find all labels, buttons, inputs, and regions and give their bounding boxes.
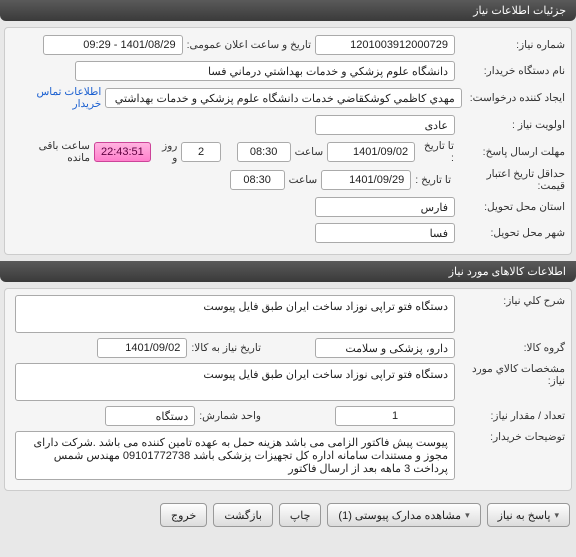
field-unit: دستگاه — [105, 406, 195, 426]
attachments-button[interactable]: مشاهده مدارک پیوستی (1) — [327, 503, 480, 527]
respond-button-label: پاسخ به نیاز — [498, 509, 551, 522]
field-priority: عادی — [315, 115, 455, 135]
label-creator: ایجاد کننده درخواست: — [462, 92, 565, 104]
label-desc: شرح کلي نیاز: — [455, 295, 565, 307]
field-spec: دستگاه فتو تراپی نوزاد ساخت ایران طبق فا… — [15, 363, 455, 401]
label-deadline: مهلت ارسال پاسخ: — [458, 146, 565, 158]
panel-items-info: شرح کلي نیاز: دستگاه فتو تراپی نوزاد ساخ… — [4, 288, 572, 491]
label-buyer-notes: توضیحات خریدار: — [455, 431, 565, 443]
field-days-count: 2 — [181, 142, 220, 162]
field-buyer-org: دانشگاه علوم پزشکي و خدمات بهداشتي درمان… — [75, 61, 455, 81]
field-need-number: 1201003912000729 — [315, 35, 455, 55]
label-time-1: ساعت — [291, 146, 328, 158]
label-unit: واحد شمارش: — [195, 410, 265, 422]
field-desc: دستگاه فتو تراپی نوزاد ساخت ایران طبق فا… — [15, 295, 455, 333]
label-until-2: تا تاریخ : — [411, 174, 455, 186]
label-remaining: ساعت باقی مانده — [11, 140, 94, 164]
chevron-down-icon — [465, 509, 470, 521]
field-group: دارو، پزشکی و سلامت — [315, 338, 455, 358]
attachments-button-label: مشاهده مدارک پیوستی (1) — [338, 509, 461, 522]
label-province: استان محل تحویل: — [455, 201, 565, 213]
exit-button[interactable]: خروج — [160, 503, 207, 527]
field-validity-time: 08:30 — [230, 170, 285, 190]
field-validity-date: 1401/09/29 — [321, 170, 411, 190]
chevron-down-icon — [554, 509, 559, 521]
label-announce: تاریخ و ساعت اعلان عمومی: — [183, 39, 315, 51]
field-city: فسا — [315, 223, 455, 243]
label-spec: مشخصات کالاي مورد نیاز: — [455, 363, 565, 387]
label-priority: اولویت نیاز : — [455, 119, 565, 131]
label-validity: حداقل تاریخ اعتبار قیمت: — [455, 168, 565, 192]
label-time-2: ساعت — [285, 174, 322, 186]
label-until-1: تا تاریخ : — [415, 140, 458, 164]
button-bar: پاسخ به نیاز مشاهده مدارک پیوستی (1) چاپ… — [0, 497, 576, 533]
field-deadline-time: 08:30 — [237, 142, 291, 162]
print-button-label: چاپ — [290, 509, 311, 522]
label-group: گروه کالا: — [455, 342, 565, 354]
respond-button[interactable]: پاسخ به نیاز — [487, 503, 570, 527]
timer-remaining: 22:43:51 — [94, 142, 151, 162]
header-need-info: جزئیات اطلاعات نیاز — [0, 0, 576, 21]
header-items-info: اطلاعات کالاهای مورد نیاز — [0, 261, 576, 282]
label-city: شهر محل تحویل: — [455, 227, 565, 239]
label-days-text: روز و — [151, 140, 182, 164]
label-qty: تعداد / مقدار نیاز: — [455, 410, 565, 422]
link-buyer-contact[interactable]: اطلاعات تماس خریدار — [11, 86, 101, 110]
field-qty: 1 — [335, 406, 455, 426]
field-announce: 1401/08/29 - 09:29 — [43, 35, 183, 55]
label-need-date: تاریخ نیاز به کالا: — [187, 342, 265, 354]
field-need-date: 1401/09/02 — [97, 338, 187, 358]
back-button[interactable]: بازگشت — [213, 503, 273, 527]
field-creator: مهدي کاظمي کوشکقاضي خدمات دانشگاه علوم پ… — [105, 88, 462, 108]
field-buyer-notes: پیوست پیش فاکتور الزامی می باشد هزینه حم… — [15, 431, 455, 480]
field-province: فارس — [315, 197, 455, 217]
print-button[interactable]: چاپ — [279, 503, 322, 527]
exit-button-label: خروج — [171, 509, 196, 522]
field-deadline-date: 1401/09/02 — [327, 142, 415, 162]
label-need-number: شماره نیاز: — [455, 39, 565, 51]
label-buyer-org: نام دستگاه خریدار: — [455, 65, 565, 77]
back-button-label: بازگشت — [224, 509, 262, 522]
panel-need-info: شماره نیاز: 1201003912000729 تاریخ و ساع… — [4, 27, 572, 255]
